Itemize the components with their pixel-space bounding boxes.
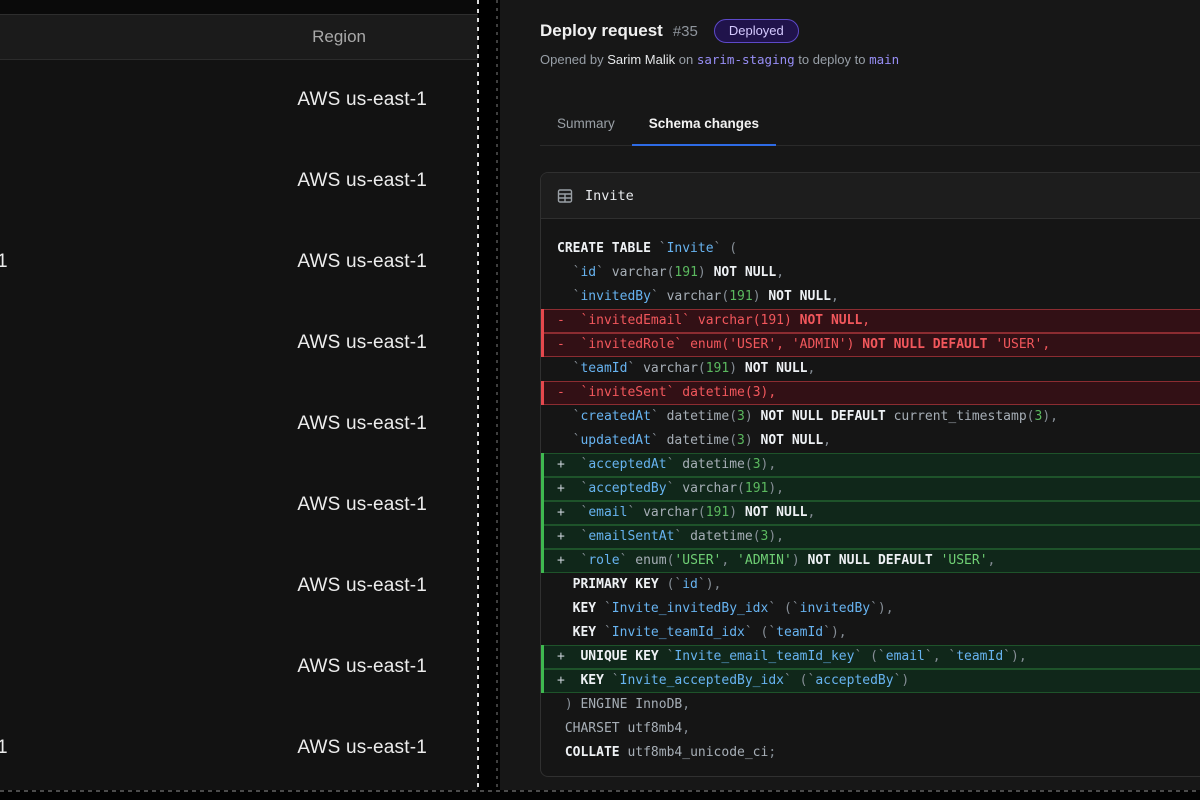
diff-line-context: ) ENGINE InnoDB, (541, 693, 1200, 717)
diff-line-context: CHARSET utf8mb4, (541, 717, 1200, 741)
diff-line-context: COLLATE utf8mb4_unicode_ci; (541, 741, 1200, 765)
tab-schema-changes[interactable]: Schema changes (632, 104, 776, 146)
diff-line-context: PRIMARY KEY (`id`), (541, 573, 1200, 597)
table-row[interactable]: AWS us-east-1 (0, 60, 478, 141)
region-cell: AWS us-east-1 (297, 251, 427, 273)
table-row[interactable]: AWS us-east-1 (0, 303, 478, 384)
deploy-request-header: Deploy request #35 Deployed (540, 19, 799, 43)
diff-line-added: + KEY `Invite_acceptedBy_idx` (`accepted… (541, 669, 1200, 693)
deploy-request-panel: Deploy request #35 Deployed Opened by Sa… (500, 0, 1200, 790)
tab-bar: SummarySchema changes (540, 104, 1200, 146)
region-cell: AWS us-east-1 (297, 656, 427, 678)
table-row[interactable]: AWS us-east-1 (0, 626, 478, 707)
table-row[interactable]: 1 AWS us-east-1 (0, 222, 478, 303)
author-name: Sarim Malik (607, 52, 675, 67)
region-cell: AWS us-east-1 (297, 413, 427, 435)
table-row[interactable]: AWS us-east-1 (0, 141, 478, 222)
diff-line-context: KEY `Invite_invitedBy_idx` (`invitedBy`)… (541, 597, 1200, 621)
region-cell: AWS us-east-1 (297, 737, 427, 759)
status-badge: Deployed (714, 19, 799, 43)
regions-table-panel: Region AWS us-east-1 AWS us-east-1 1 AWS… (0, 0, 478, 790)
region-cell: AWS us-east-1 (297, 494, 427, 516)
deploy-request-number: #35 (673, 23, 698, 40)
sql-diff-code: CREATE TABLE `Invite` ( `id` varchar(191… (541, 219, 1200, 776)
byline-deploy-phrase: to deploy to (795, 52, 869, 67)
byline-prefix: Opened by (540, 52, 607, 67)
table-icon (557, 188, 573, 204)
schema-table-name: Invite (585, 188, 634, 204)
screenshot-cut-line-vertical-white (477, 0, 479, 790)
source-branch-link[interactable]: sarim-staging (697, 52, 795, 67)
region-cell: AWS us-east-1 (297, 575, 427, 597)
schema-diff-block: Invite CREATE TABLE `Invite` ( `id` varc… (540, 172, 1200, 777)
column-header-region: Region (312, 27, 366, 47)
screenshot-cut-line-vertical-dark (496, 0, 498, 790)
diff-line-added: + `acceptedBy` varchar(191), (541, 477, 1200, 501)
target-branch-link[interactable]: main (869, 52, 899, 67)
diff-line-context: `invitedBy` varchar(191) NOT NULL, (541, 285, 1200, 309)
table-header-row: Region (0, 14, 478, 60)
region-cell: AWS us-east-1 (297, 170, 427, 192)
table-row[interactable]: AWS us-east-1 (0, 464, 478, 545)
left-top-strip (0, 0, 478, 14)
screenshot-cut-line-bottom (0, 790, 1200, 800)
tab-summary[interactable]: Summary (540, 104, 632, 146)
diff-line-context: `teamId` varchar(191) NOT NULL, (541, 357, 1200, 381)
region-cell: AWS us-east-1 (297, 89, 427, 111)
table-row[interactable]: AWS us-east-1 (0, 384, 478, 465)
diff-line-added: + `role` enum('USER', 'ADMIN') NOT NULL … (541, 549, 1200, 573)
diff-line-removed: - `inviteSent` datetime(3), (541, 381, 1200, 405)
table-row[interactable]: AWS us-east-1 (0, 545, 478, 626)
truncated-cell-fragment: 1 (0, 251, 11, 273)
byline: Opened by Sarim Malik on sarim-staging t… (540, 52, 899, 67)
diff-line-context: `updatedAt` datetime(3) NOT NULL, (541, 429, 1200, 453)
diff-line-context: `id` varchar(191) NOT NULL, (541, 261, 1200, 285)
byline-on: on (675, 52, 697, 67)
table-row[interactable]: 1 AWS us-east-1 (0, 707, 478, 788)
diff-line-context: KEY `Invite_teamId_idx` (`teamId`), (541, 621, 1200, 645)
truncated-cell-fragment: 1 (0, 737, 11, 759)
diff-line-removed: - `invitedRole` enum('USER', 'ADMIN') NO… (541, 333, 1200, 357)
diff-line-added: + UNIQUE KEY `Invite_email_teamId_key` (… (541, 645, 1200, 669)
page-title: Deploy request (540, 21, 663, 41)
diff-line-context: CREATE TABLE `Invite` ( (541, 237, 1200, 261)
table-body: AWS us-east-1 AWS us-east-1 1 AWS us-eas… (0, 60, 478, 788)
diff-line-context: `createdAt` datetime(3) NOT NULL DEFAULT… (541, 405, 1200, 429)
diff-line-added: + `acceptedAt` datetime(3), (541, 453, 1200, 477)
schema-table-header: Invite (541, 173, 1200, 219)
region-cell: AWS us-east-1 (297, 332, 427, 354)
diff-line-removed: - `invitedEmail` varchar(191) NOT NULL, (541, 309, 1200, 333)
diff-line-added: + `email` varchar(191) NOT NULL, (541, 501, 1200, 525)
diff-line-added: + `emailSentAt` datetime(3), (541, 525, 1200, 549)
